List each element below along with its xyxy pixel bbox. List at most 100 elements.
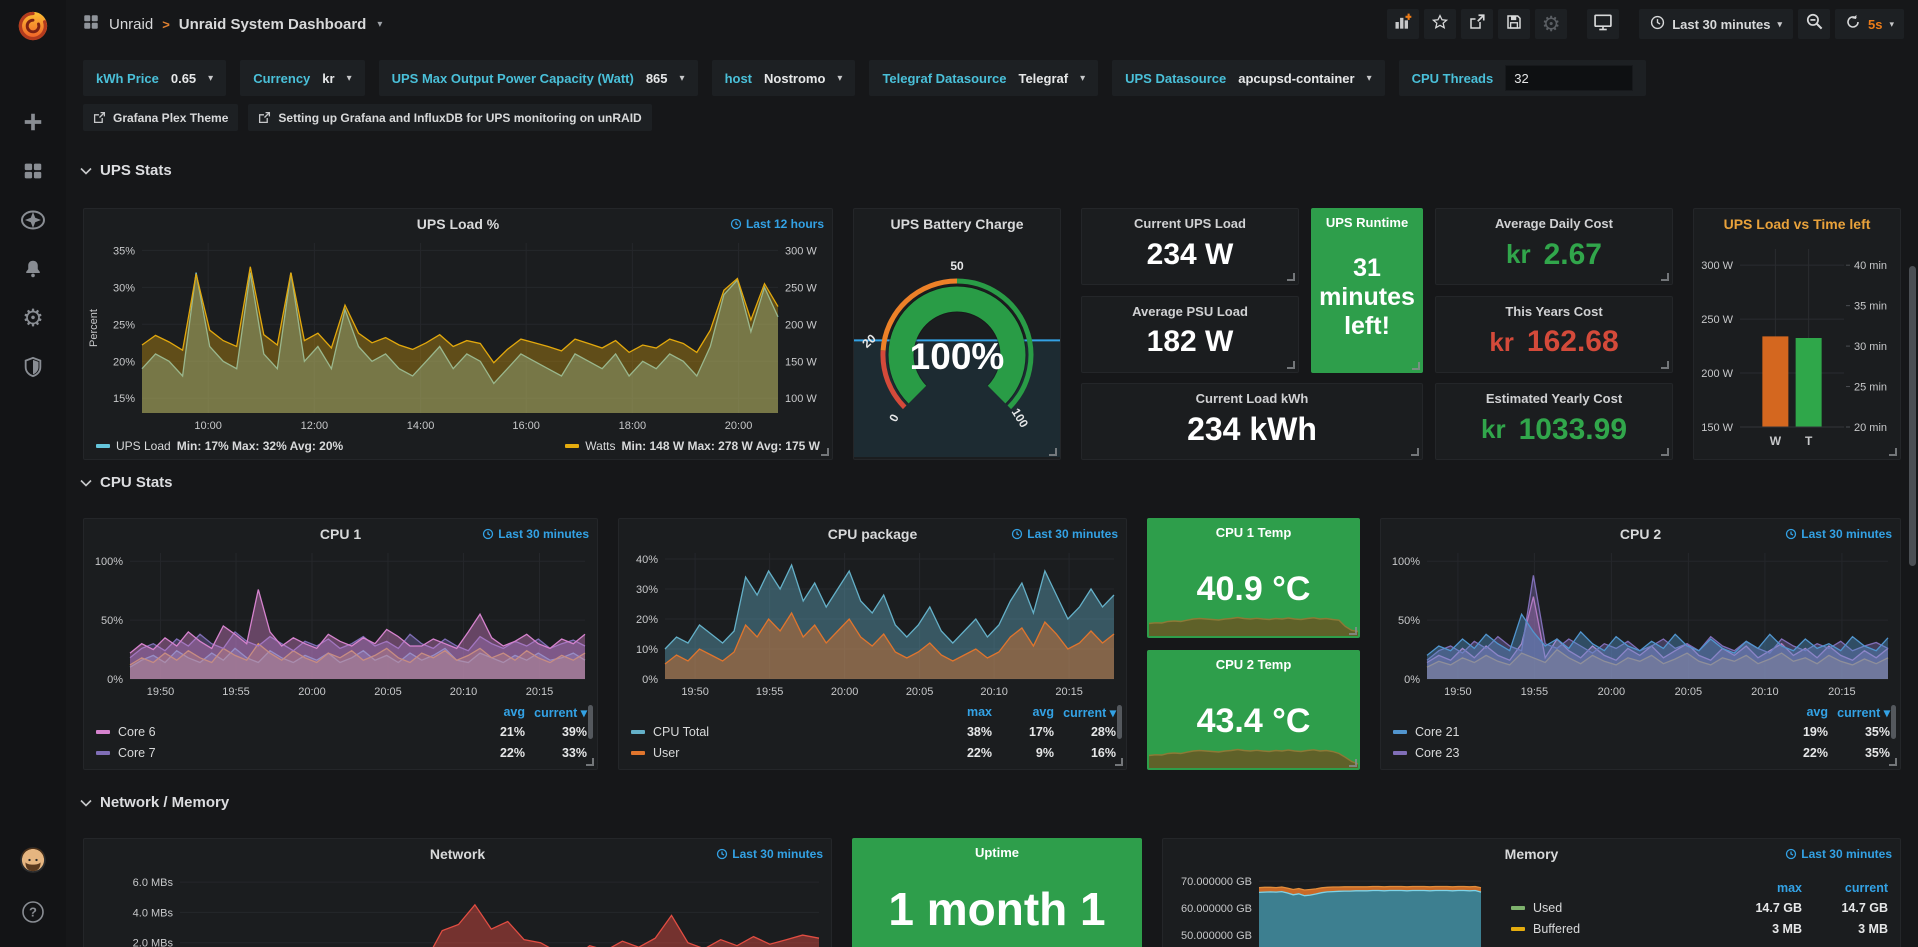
stat-title[interactable]: Uptime bbox=[852, 838, 1142, 860]
stat-title[interactable]: Estimated Yearly Cost bbox=[1436, 384, 1672, 406]
variable-value[interactable]: 0.65 bbox=[171, 71, 196, 86]
legend-scrollbar[interactable] bbox=[588, 705, 593, 739]
clock-icon bbox=[1011, 528, 1023, 540]
panel-cpu-package: CPU package Last 30 minutes 40%30%20%10%… bbox=[618, 518, 1127, 770]
panel-timerange-link[interactable]: Last 30 minutes bbox=[1785, 847, 1892, 861]
cpu1-chart[interactable]: 100%50%0%19:5019:5520:0020:0520:1020:15 bbox=[84, 547, 597, 699]
memory-chart[interactable]: 70.000000 GB60.000000 GB50.000000 GB bbox=[1163, 867, 1493, 947]
variable-ups-max-output-power-capacity-watt[interactable]: UPS Max Output Power Capacity (Watt)865▾ bbox=[379, 60, 698, 96]
variable-value[interactable]: 865 bbox=[646, 71, 668, 86]
legend-column-current[interactable]: current ▾ bbox=[525, 705, 587, 720]
legend-series-core-7[interactable]: Core 7 bbox=[96, 746, 463, 760]
help-menu[interactable]: ? bbox=[0, 890, 66, 934]
panel-timerange-link[interactable]: Last 30 minutes bbox=[482, 527, 589, 541]
svg-text:50: 50 bbox=[950, 259, 964, 273]
ups-load-chart[interactable]: 35%30%25%20%15%300 W250 W200 W150 W100 W… bbox=[84, 237, 832, 433]
legend-column-current[interactable]: current bbox=[1802, 881, 1888, 895]
legend-column-avg[interactable]: avg bbox=[992, 705, 1054, 719]
section-ups-stats[interactable]: UPS Stats bbox=[80, 162, 172, 179]
series-name: Core 23 bbox=[1415, 746, 1459, 760]
svg-text:19:55: 19:55 bbox=[1521, 686, 1549, 698]
panel-average-psu-load: Average PSU Load 182 W bbox=[1081, 296, 1299, 373]
avatar bbox=[19, 846, 47, 874]
legend-series-core-23[interactable]: Core 23 bbox=[1393, 746, 1766, 760]
grafana-logo[interactable] bbox=[13, 6, 53, 46]
legend-column-max[interactable]: max bbox=[930, 705, 992, 719]
variable-ups-datasource[interactable]: UPS Datasourceapcupsd-container▾ bbox=[1112, 60, 1384, 96]
profile-menu[interactable] bbox=[0, 838, 66, 882]
panel-timerange-link[interactable]: Last 30 minutes bbox=[1011, 527, 1118, 541]
cpu-package-chart[interactable]: 40%30%20%10%0%19:5019:5520:0020:0520:102… bbox=[619, 547, 1126, 699]
legend-series-core-21[interactable]: Core 21 bbox=[1393, 725, 1766, 739]
variable-host[interactable]: hostNostromo▾ bbox=[712, 60, 856, 96]
panel-title[interactable]: UPS Battery Charge bbox=[854, 216, 1060, 232]
stat-value: 234 W bbox=[1082, 231, 1298, 284]
svg-text:200 W: 200 W bbox=[785, 319, 817, 331]
legend-column-avg[interactable]: avg bbox=[1766, 705, 1828, 719]
series-name[interactable]: Watts bbox=[585, 439, 615, 453]
variable-value[interactable]: kr bbox=[322, 71, 334, 86]
svg-text:300 W: 300 W bbox=[785, 245, 817, 257]
svg-text:150 W: 150 W bbox=[785, 356, 817, 368]
stat-title[interactable]: UPS Runtime bbox=[1311, 208, 1423, 230]
section-network-memory[interactable]: Network / Memory bbox=[80, 794, 229, 811]
variable-value[interactable]: apcupsd-container bbox=[1238, 71, 1354, 86]
legend-column-current[interactable]: current ▾ bbox=[1054, 705, 1116, 720]
configuration-menu[interactable]: ⚙ bbox=[0, 296, 66, 340]
series-name[interactable]: UPS Load bbox=[116, 439, 171, 453]
stat-title[interactable]: Current UPS Load bbox=[1082, 209, 1298, 231]
legend-value: 22% bbox=[930, 746, 992, 760]
create-menu[interactable] bbox=[0, 100, 66, 144]
dashboard-link-setting-up-grafana-and-influxdb-for-ups-monitoring-on-unraid[interactable]: Setting up Grafana and InfluxDB for UPS … bbox=[248, 104, 651, 131]
legend-scrollbar[interactable] bbox=[1891, 705, 1896, 739]
panel-title[interactable]: UPS Load vs Time left bbox=[1694, 216, 1900, 232]
dashboard-link-grafana-plex-theme[interactable]: Grafana Plex Theme bbox=[83, 104, 238, 131]
compass-icon bbox=[21, 208, 45, 232]
explore-menu[interactable] bbox=[0, 198, 66, 242]
variable-currency[interactable]: Currencykr▾ bbox=[240, 60, 364, 96]
variable-value[interactable]: Telegraf bbox=[1018, 71, 1068, 86]
stat-title[interactable]: CPU 2 Temp bbox=[1147, 650, 1360, 672]
variable-value[interactable]: Nostromo bbox=[764, 71, 825, 86]
panel-title[interactable]: UPS Load % bbox=[84, 216, 832, 232]
variable-input[interactable] bbox=[1505, 65, 1633, 91]
legend-series-buffered[interactable]: Buffered bbox=[1511, 922, 1716, 936]
variable-telegraf-datasource[interactable]: Telegraf DatasourceTelegraf▾ bbox=[869, 60, 1098, 96]
alerting-menu[interactable] bbox=[0, 247, 66, 291]
legend-column-avg[interactable]: avg bbox=[463, 705, 525, 719]
chevron-down-icon: ▾ bbox=[680, 73, 685, 84]
panel-cpu-2: CPU 2 Last 30 minutes 100%50%0%19:5019:5… bbox=[1380, 518, 1901, 770]
cpu2-chart[interactable]: 100%50%0%19:5019:5520:0020:0520:1020:15 bbox=[1381, 547, 1900, 699]
legend-series-used[interactable]: Used bbox=[1511, 901, 1716, 915]
panel-timerange-link[interactable]: Last 12 hours bbox=[730, 217, 824, 231]
legend-value: 9% bbox=[992, 746, 1054, 760]
legend-column-current[interactable]: current ▾ bbox=[1828, 705, 1890, 720]
page-scrollbar[interactable] bbox=[1909, 266, 1916, 566]
series-name: CPU Total bbox=[653, 725, 709, 739]
ups-battery-gauge[interactable]: 02050100100% bbox=[854, 237, 1060, 457]
ups-load-vs-time-chart[interactable]: 300 W250 W200 W150 W40 min35 min30 min25… bbox=[1694, 237, 1900, 453]
svg-text:0%: 0% bbox=[1404, 674, 1420, 686]
stat-title[interactable]: This Years Cost bbox=[1436, 297, 1672, 319]
stat-title[interactable]: Current Load kWh bbox=[1082, 384, 1422, 406]
stat-title[interactable]: CPU 1 Temp bbox=[1147, 518, 1360, 540]
svg-text:10:00: 10:00 bbox=[194, 420, 222, 432]
dashboards-menu[interactable] bbox=[0, 149, 66, 193]
section-cpu-stats[interactable]: CPU Stats bbox=[80, 474, 173, 491]
legend-scrollbar[interactable] bbox=[1117, 705, 1122, 739]
legend-value: 33% bbox=[525, 746, 587, 760]
panel-timerange-link[interactable]: Last 30 minutes bbox=[716, 847, 823, 861]
variable-cpu-threads[interactable]: CPU Threads bbox=[1399, 60, 1647, 96]
legend-series-cpu-total[interactable]: CPU Total bbox=[631, 725, 930, 739]
server-admin-menu[interactable] bbox=[0, 345, 66, 389]
svg-text:30%: 30% bbox=[636, 584, 658, 596]
variable-kwh-price[interactable]: kWh Price0.65▾ bbox=[83, 60, 226, 96]
legend-column-max[interactable]: max bbox=[1716, 881, 1802, 895]
panel-timerange-link[interactable]: Last 30 minutes bbox=[1785, 527, 1892, 541]
network-chart[interactable]: 6.0 MBs4.0 MBs2.0 MBs bbox=[84, 867, 831, 947]
svg-text:20:00: 20:00 bbox=[298, 686, 326, 698]
stat-title[interactable]: Average PSU Load bbox=[1082, 297, 1298, 319]
legend-series-user[interactable]: User bbox=[631, 746, 930, 760]
stat-title[interactable]: Average Daily Cost bbox=[1436, 209, 1672, 231]
legend-series-core-6[interactable]: Core 6 bbox=[96, 725, 463, 739]
